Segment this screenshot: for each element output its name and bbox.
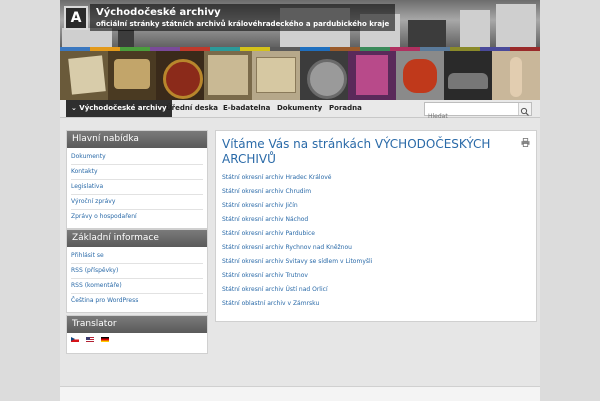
widget-title: Hlavní nabídka bbox=[67, 131, 207, 148]
german-flag-icon[interactable] bbox=[101, 337, 110, 342]
banner-building bbox=[460, 10, 490, 48]
sidebar-link-login[interactable]: Přihlásit se bbox=[71, 249, 203, 264]
banner-photo-wax-seal bbox=[396, 51, 444, 100]
archive-link-chrudim[interactable]: Státní okresní archiv Chrudim bbox=[222, 185, 522, 199]
banner-photo-strip bbox=[60, 51, 540, 100]
nav-item-vychodoceske-archivy[interactable]: ⌄ Východočeské archivy bbox=[66, 100, 172, 117]
archive-link-rychnov[interactable]: Státní okresní archiv Rychnov nad Kněžno… bbox=[222, 241, 522, 255]
widget-main-menu: Hlavní nabídka Dokumenty Kontakty Legisl… bbox=[66, 130, 208, 229]
sidebar-link-kontakty[interactable]: Kontakty bbox=[71, 165, 203, 180]
banner-photo-statue bbox=[492, 51, 540, 100]
banner-building bbox=[496, 4, 536, 48]
site-title[interactable]: Východočeské archivy bbox=[96, 6, 389, 19]
nav-item-poradna[interactable]: Poradna bbox=[329, 100, 362, 117]
banner-photo-map bbox=[252, 51, 300, 100]
print-icon[interactable] bbox=[521, 138, 530, 147]
page: A Východočeské archivy oficiální stránky… bbox=[60, 0, 540, 401]
archive-link-usti-nad-orlici[interactable]: Státní okresní archiv Ústí nad Orlicí bbox=[222, 283, 522, 297]
banner-photo-seal bbox=[156, 51, 204, 100]
nav-item-dokumenty[interactable]: Dokumenty bbox=[277, 100, 322, 117]
page-footer bbox=[60, 386, 540, 401]
nav-item-uredni-deska[interactable]: Úřední deska bbox=[166, 100, 218, 117]
banner-photo-manuscript bbox=[204, 51, 252, 100]
widget-translator: Translator bbox=[66, 315, 208, 354]
sidebar-link-rss-comments[interactable]: RSS (komentáře) bbox=[71, 279, 203, 294]
sidebar-link-vyrocni-zpravy[interactable]: Výroční zprávy bbox=[71, 195, 203, 210]
banner-building bbox=[408, 20, 446, 48]
sidebar-link-zpravy-o-hospodareni[interactable]: Zprávy o hospodaření bbox=[71, 210, 203, 224]
search-icon bbox=[520, 107, 529, 116]
nav-item-e-badatelna[interactable]: E-badatelna bbox=[223, 100, 270, 117]
widget-title: Základní informace bbox=[67, 230, 207, 247]
archive-link-trutnov[interactable]: Státní okresní archiv Trutnov bbox=[222, 269, 522, 283]
sidebar-link-cestina-wordpress[interactable]: Čeština pro WordPress bbox=[71, 294, 203, 308]
banner-photo-book bbox=[108, 51, 156, 100]
search-input[interactable] bbox=[425, 110, 516, 123]
banner-photo-car bbox=[444, 51, 492, 100]
main-content: Vítáme Vás na stránkách VÝCHODOČESKÝCH A… bbox=[215, 130, 537, 322]
search-box bbox=[424, 102, 532, 123]
czech-flag-icon[interactable] bbox=[71, 337, 79, 342]
banner-photo-coin bbox=[300, 51, 348, 100]
archive-links-list: Státní okresní archiv Hradec Králové Stá… bbox=[222, 171, 522, 311]
search-button[interactable] bbox=[518, 103, 531, 116]
banner-building bbox=[62, 28, 112, 48]
archive-link-nachod[interactable]: Státní okresní archiv Náchod bbox=[222, 213, 522, 227]
archive-link-jicin[interactable]: Státní okresní archiv Jičín bbox=[222, 199, 522, 213]
sidebar-link-dokumenty[interactable]: Dokumenty bbox=[71, 150, 203, 165]
widget-title: Translator bbox=[67, 316, 207, 333]
sidebar-link-rss-posts[interactable]: RSS (příspěvky) bbox=[71, 264, 203, 279]
header-banner: A Východočeské archivy oficiální stránky… bbox=[60, 0, 540, 100]
sidebar-link-legislativa[interactable]: Legislativa bbox=[71, 180, 203, 195]
banner-photo-document bbox=[60, 51, 108, 100]
archive-link-zamrsk[interactable]: Státní oblastní archiv v Zámrsku bbox=[222, 297, 522, 311]
banner-photo-painting bbox=[348, 51, 396, 100]
widget-basic-info: Základní informace Přihlásit se RSS (pří… bbox=[66, 229, 208, 313]
banner-building bbox=[118, 30, 134, 48]
site-subtitle: oficiální stránky státních archivů králo… bbox=[96, 20, 390, 28]
archive-link-hradec-kralove[interactable]: Státní okresní archiv Hradec Králové bbox=[222, 171, 522, 185]
site-title-box: Východočeské archivy oficiální stránky s… bbox=[90, 4, 396, 31]
archive-link-svitavy[interactable]: Státní okresní archiv Svitavy se sídlem … bbox=[222, 255, 522, 269]
archive-link-pardubice[interactable]: Státní okresní archiv Pardubice bbox=[222, 227, 522, 241]
page-heading: Vítáme Vás na stránkách VÝCHODOČESKÝCH A… bbox=[222, 137, 491, 166]
english-flag-icon[interactable] bbox=[86, 337, 95, 342]
site-logo[interactable]: A bbox=[64, 6, 88, 30]
main-navigation: ⌄ Východočeské archivy Úřední deska E-ba… bbox=[60, 100, 540, 123]
